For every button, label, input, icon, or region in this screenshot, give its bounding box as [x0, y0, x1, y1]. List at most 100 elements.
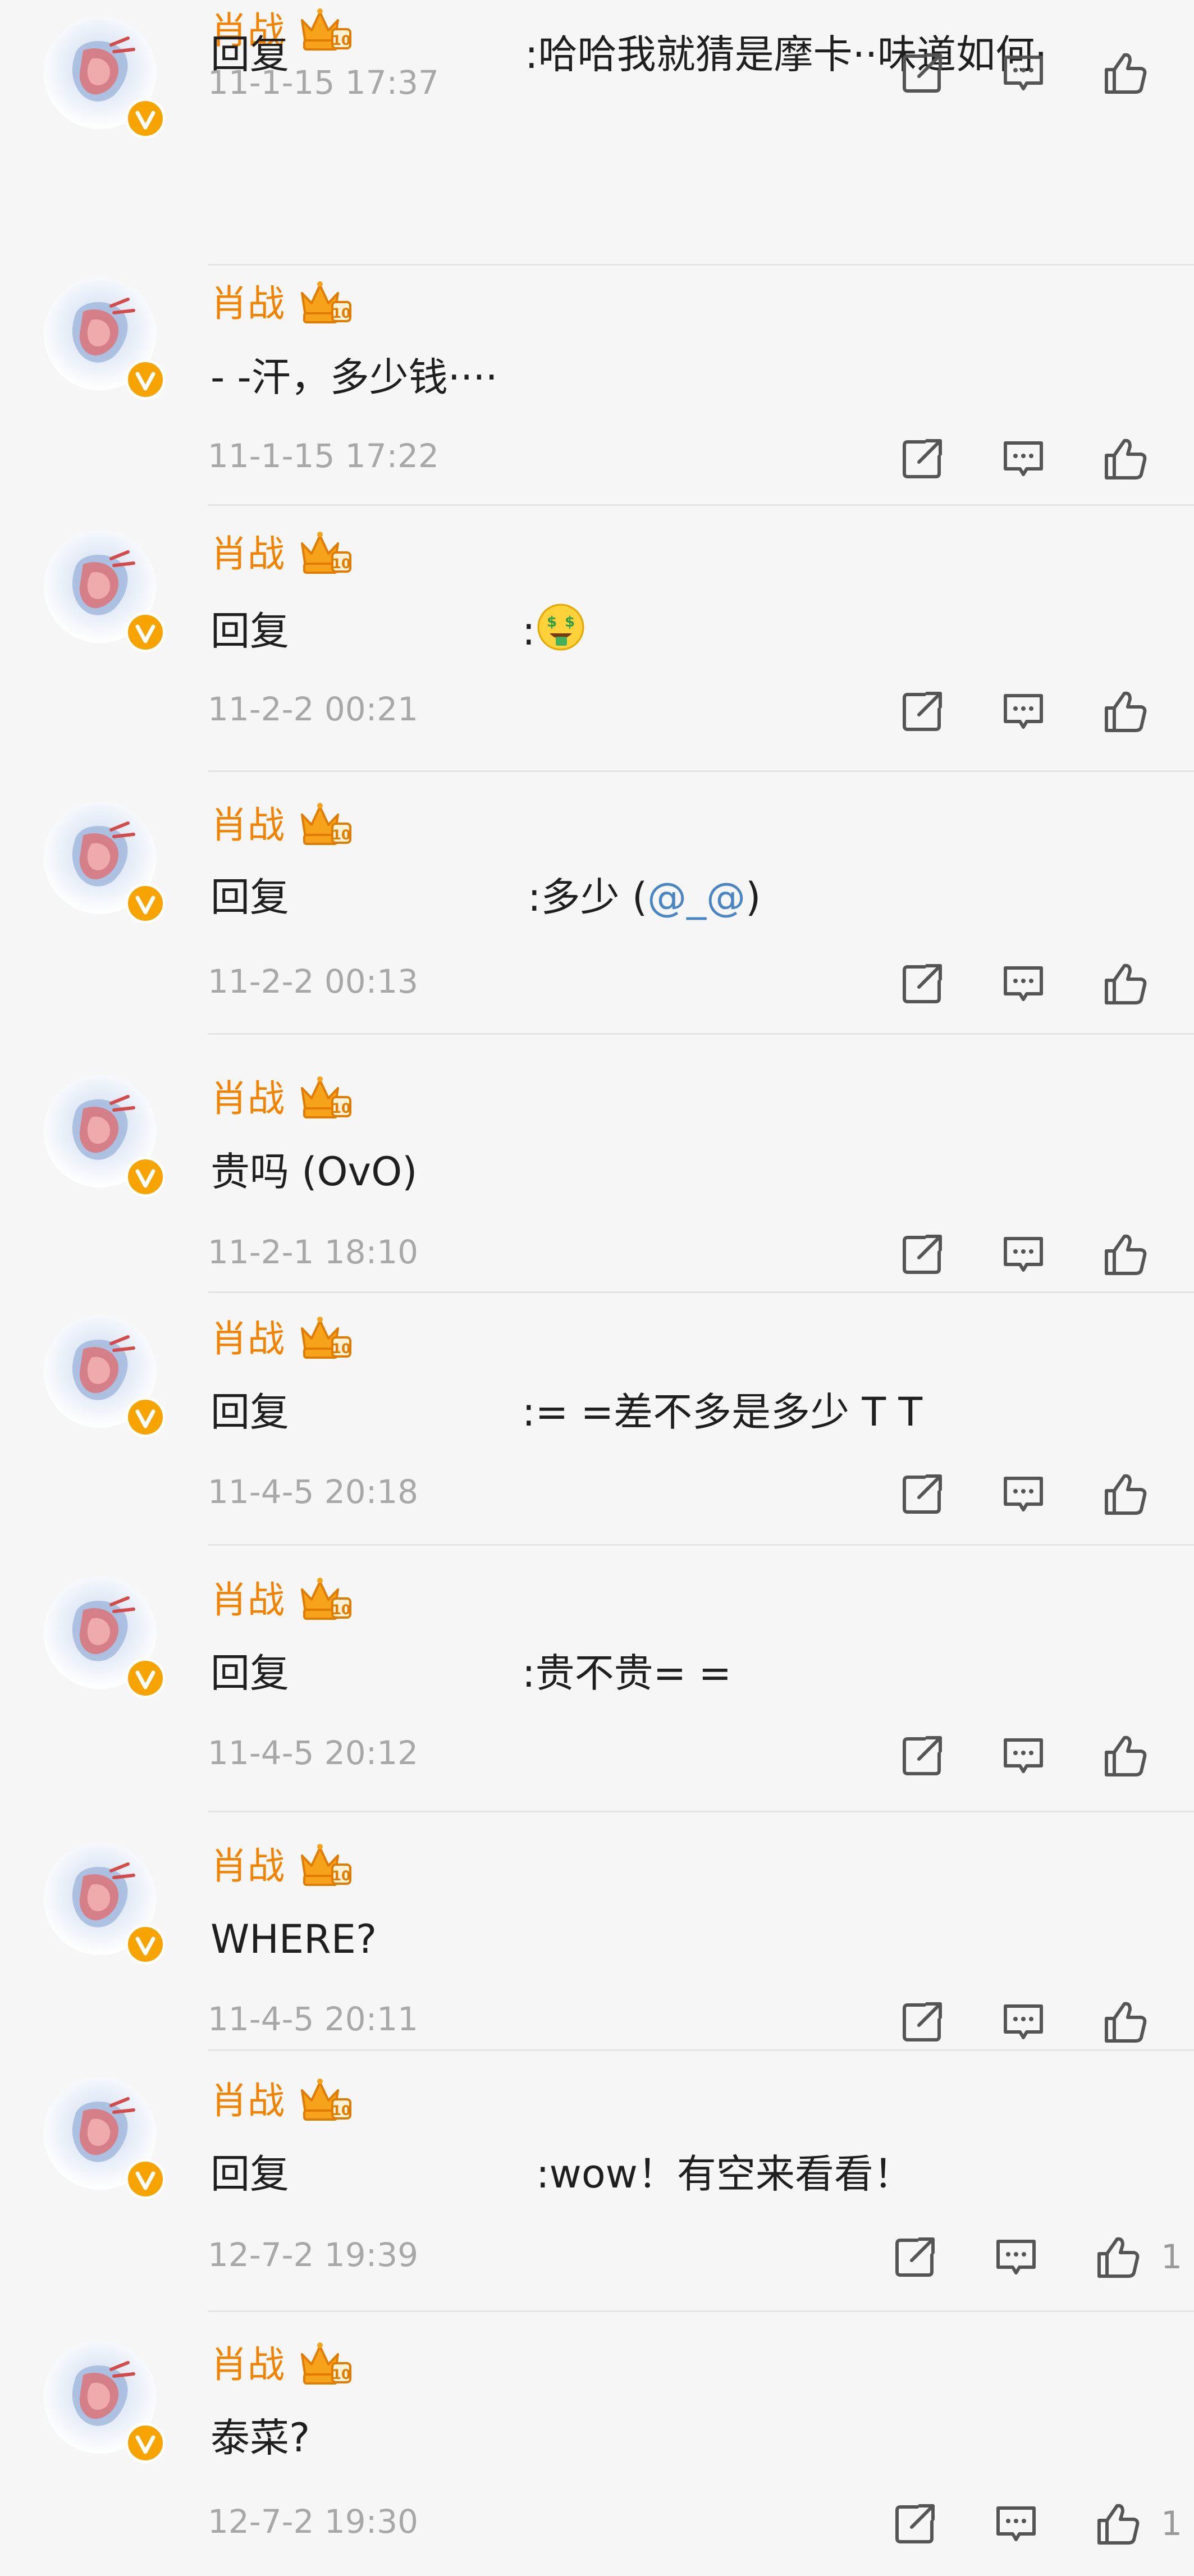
like-icon[interactable] — [1102, 1999, 1147, 2044]
comment-timestamp: 11-4-5 20:12 — [208, 1734, 419, 1772]
share-icon[interactable] — [893, 2501, 937, 2546]
username[interactable]: 肖战 — [211, 285, 285, 322]
comment-icon[interactable] — [1001, 1472, 1046, 1517]
like-icon[interactable] — [1102, 1472, 1147, 1517]
comment-text: 回复:wow！有空来看看！ — [211, 2154, 913, 2194]
share-icon[interactable] — [900, 1999, 945, 2044]
like-count: 1 — [1161, 2237, 1183, 2277]
comment-body: := =差不多是多少 T T — [522, 1389, 923, 1435]
comment-icon[interactable] — [1001, 1999, 1046, 2044]
divider — [208, 770, 1194, 772]
like-icon[interactable] — [1095, 2235, 1140, 2280]
reply-prefix: 回复 — [211, 1650, 289, 1696]
svg-text:10: 10 — [332, 1868, 350, 1884]
like-icon[interactable] — [1102, 961, 1147, 1006]
verified-badge-icon — [125, 2423, 166, 2463]
like-icon[interactable] — [1102, 1232, 1147, 1277]
svg-text:10: 10 — [332, 1100, 350, 1116]
avatar[interactable] — [44, 1316, 166, 1437]
avatar[interactable] — [44, 802, 166, 924]
avatar[interactable] — [44, 1577, 166, 1698]
vip-crown-icon: 10 — [298, 531, 354, 576]
comment-icon[interactable] — [1001, 436, 1046, 481]
vip-crown-icon: 10 — [298, 1843, 354, 1888]
comment-body: 贵吗 (OvO) — [211, 1149, 418, 1195]
comment-text: 贵吗 (OvO) — [211, 1152, 418, 1191]
comment-text: 回复:多少 (@_@) — [211, 878, 761, 917]
comment-icon[interactable] — [994, 2501, 1039, 2546]
svg-text:$: $ — [547, 614, 557, 631]
comment-text: 回复:贵不贵= = — [211, 1654, 731, 1693]
divider — [208, 1291, 1194, 1293]
share-icon[interactable] — [900, 689, 945, 734]
comment-timestamp: 11-1-15 17:22 — [208, 437, 439, 475]
divider — [208, 264, 1194, 266]
like-icon[interactable] — [1102, 1733, 1147, 1778]
svg-text:10: 10 — [332, 2103, 350, 2118]
svg-text:10: 10 — [332, 827, 350, 843]
reply-prefix: 回复 — [211, 608, 289, 654]
username[interactable]: 肖战 — [211, 536, 285, 573]
comment-icon[interactable] — [994, 2235, 1039, 2280]
like-icon[interactable] — [1102, 51, 1147, 95]
vip-crown-icon: 10 — [298, 1076, 354, 1121]
username[interactable]: 肖战 — [211, 1848, 285, 1885]
like-icon[interactable] — [1095, 2501, 1140, 2546]
comment-body: :贵不贵= = — [522, 1650, 732, 1696]
share-icon[interactable] — [900, 1472, 945, 1517]
reply-prefix: 回复 — [211, 874, 289, 920]
svg-text:10: 10 — [332, 556, 350, 572]
username[interactable]: 肖战 — [211, 2346, 285, 2383]
svg-text:10: 10 — [332, 2367, 350, 2382]
share-icon[interactable] — [900, 51, 945, 95]
avatar[interactable] — [44, 1843, 166, 1965]
reply-prefix: 回复 — [211, 2151, 289, 2197]
vip-crown-icon: 10 — [298, 2078, 354, 2123]
svg-text:10: 10 — [332, 1602, 350, 1618]
comment-timestamp: 11-4-5 20:11 — [208, 2000, 419, 2038]
comment-timestamp: 11-4-5 20:18 — [208, 1473, 419, 1511]
comment-text: - -汗，多少钱···· — [211, 358, 498, 397]
username[interactable]: 肖战 — [211, 1321, 285, 1358]
share-icon[interactable] — [900, 1733, 945, 1778]
vip-crown-icon: 10 — [298, 1316, 354, 1361]
share-icon[interactable] — [900, 1232, 945, 1277]
comment-text: 回复 := =差不多是多少 T T — [211, 1392, 922, 1432]
comment-text: 回复: $ $ — [211, 602, 586, 659]
comment-timestamp: 12-7-2 19:39 — [208, 2236, 419, 2274]
mention-link[interactable]: @_@ — [647, 874, 745, 920]
avatar[interactable] — [44, 2077, 166, 2199]
avatar[interactable] — [44, 1075, 166, 1197]
username[interactable]: 肖战 — [211, 807, 285, 844]
comment-icon[interactable] — [1001, 961, 1046, 1006]
comment-body: - -汗，多少钱···· — [211, 354, 498, 400]
avatar[interactable] — [44, 278, 166, 400]
comment-body: WHERE? — [211, 1916, 377, 1962]
like-icon[interactable] — [1102, 436, 1147, 481]
comment-timestamp: 11-2-2 00:21 — [208, 690, 419, 728]
comment-icon[interactable] — [1001, 689, 1046, 734]
comment-icon[interactable] — [1001, 1733, 1046, 1778]
vip-crown-icon: 10 — [298, 802, 354, 847]
username[interactable]: 肖战 — [211, 1582, 285, 1619]
comment-text: WHERE? — [211, 1920, 377, 1959]
verified-badge-icon — [125, 1397, 166, 1437]
share-icon[interactable] — [900, 961, 945, 1006]
comment-icon[interactable] — [1001, 51, 1046, 95]
username[interactable]: 肖战 — [211, 1080, 285, 1117]
comment-icon[interactable] — [1001, 1232, 1046, 1277]
like-icon[interactable] — [1102, 689, 1147, 734]
verified-badge-icon — [125, 2159, 166, 2199]
comment-body: : — [522, 608, 536, 654]
comment-timestamp: 11-1-15 17:37 — [208, 63, 439, 102]
avatar[interactable] — [44, 17, 166, 139]
avatar[interactable] — [44, 531, 166, 652]
username[interactable]: 肖战 — [211, 2082, 285, 2120]
avatar[interactable] — [44, 2341, 166, 2463]
comment-timestamp: 11-2-1 18:10 — [208, 1233, 419, 1271]
share-icon[interactable] — [900, 436, 945, 481]
share-icon[interactable] — [893, 2235, 937, 2280]
reply-prefix: 回复 — [211, 1389, 289, 1435]
divider — [208, 1033, 1194, 1035]
divider — [208, 2049, 1194, 2051]
